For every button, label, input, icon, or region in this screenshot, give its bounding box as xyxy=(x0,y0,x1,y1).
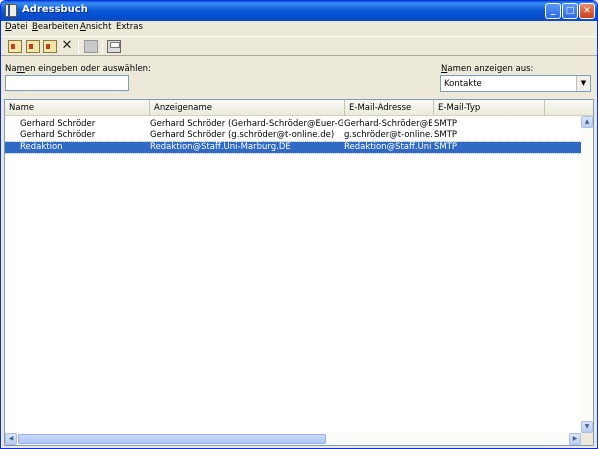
name-search-input[interactable] xyxy=(5,75,129,91)
close-button[interactable]: ✕ xyxy=(579,3,595,19)
scrollbar-corner xyxy=(581,433,593,445)
source-dropdown[interactable]: Kontakte ▼ xyxy=(440,75,591,92)
chevron-down-icon[interactable]: ▼ xyxy=(576,76,590,91)
cell-display-name: Redaktion@Staff.Uni-Marburg.DE xyxy=(150,142,291,152)
list-header: Name Anzeigename E-Mail-Adresse E-Mail-T… xyxy=(5,100,593,116)
cell-email-type: SMTP xyxy=(434,142,458,152)
list-item-selected[interactable]: Redaktion Redaktion@Staff.Uni-Marburg.DE… xyxy=(5,141,582,154)
cell-display-name: Gerhard Schröder (g.schröder@t-online.de… xyxy=(150,130,335,140)
column-header-email-type[interactable]: E-Mail-Typ xyxy=(434,100,545,116)
source-dropdown-value: Kontakte xyxy=(444,79,482,89)
toolbar: ✕ xyxy=(1,36,597,56)
horizontal-scrollbar[interactable]: ◀ ▶ xyxy=(5,433,581,445)
new-contact-icon[interactable] xyxy=(8,40,22,53)
cell-email: Gerhard-Schröder@E... xyxy=(344,119,432,129)
horizontal-scroll-thumb[interactable] xyxy=(18,434,326,444)
print-icon[interactable] xyxy=(107,40,121,53)
cell-name: Gerhard Schröder xyxy=(20,119,96,129)
delete-icon[interactable]: ✕ xyxy=(60,39,74,53)
minimize-button[interactable]: _ xyxy=(545,3,561,19)
cell-name: Redaktion xyxy=(20,142,63,152)
cell-email: g.schröder@t-online.de xyxy=(344,130,432,140)
find-people-icon[interactable] xyxy=(84,40,98,53)
list-item[interactable]: Gerhard Schröder Gerhard Schröder (Gerha… xyxy=(5,119,581,130)
menu-datei[interactable]: Datei xyxy=(5,22,28,32)
menu-bearbeiten[interactable]: Bearbeiten xyxy=(32,22,79,32)
scroll-right-icon[interactable]: ▶ xyxy=(569,433,581,445)
scroll-down-icon[interactable]: ▼ xyxy=(581,421,593,433)
window-title: Adressbuch xyxy=(22,4,88,15)
column-header-display-name[interactable]: Anzeigename xyxy=(150,100,345,116)
cell-display-name: Gerhard Schröder (Gerhard-Schröder@Euer-… xyxy=(150,119,343,129)
toolbar-separator xyxy=(78,40,79,54)
new-group-icon[interactable] xyxy=(26,40,40,53)
scroll-up-icon[interactable]: ▲ xyxy=(581,116,593,128)
maximize-button[interactable]: □ xyxy=(562,3,578,19)
title-bar[interactable]: Adressbuch _ □ ✕ xyxy=(1,1,597,21)
properties-icon[interactable] xyxy=(43,40,57,53)
cell-email-type: SMTP xyxy=(434,130,458,140)
column-header-email[interactable]: E-Mail-Adresse xyxy=(345,100,434,116)
vertical-scrollbar[interactable]: ▲ ▼ xyxy=(581,116,593,433)
toolbar-separator xyxy=(102,40,103,54)
source-label: Namen anzeigen aus: xyxy=(441,64,534,74)
menu-bar: Datei Bearbeiten Ansicht Extras xyxy=(1,21,597,36)
address-book-window: Adressbuch _ □ ✕ Datei Bearbeiten Ansich… xyxy=(0,0,598,449)
address-book-icon xyxy=(5,4,17,17)
menu-ansicht[interactable]: Ansicht xyxy=(80,22,111,32)
scroll-left-icon[interactable]: ◀ xyxy=(5,433,17,445)
cell-email: Redaktion@Staff.Uni-... xyxy=(344,142,432,152)
cell-name: Gerhard Schröder xyxy=(20,130,96,140)
column-header-name[interactable]: Name xyxy=(5,100,150,116)
name-search-label: Namen eingeben oder auswählen: xyxy=(5,64,151,74)
list-item[interactable]: Gerhard Schröder Gerhard Schröder (g.sch… xyxy=(5,130,581,141)
menu-extras[interactable]: Extras xyxy=(116,22,143,32)
cell-email-type: SMTP xyxy=(434,119,458,129)
contacts-list[interactable]: Name Anzeigename E-Mail-Adresse E-Mail-T… xyxy=(4,99,594,446)
